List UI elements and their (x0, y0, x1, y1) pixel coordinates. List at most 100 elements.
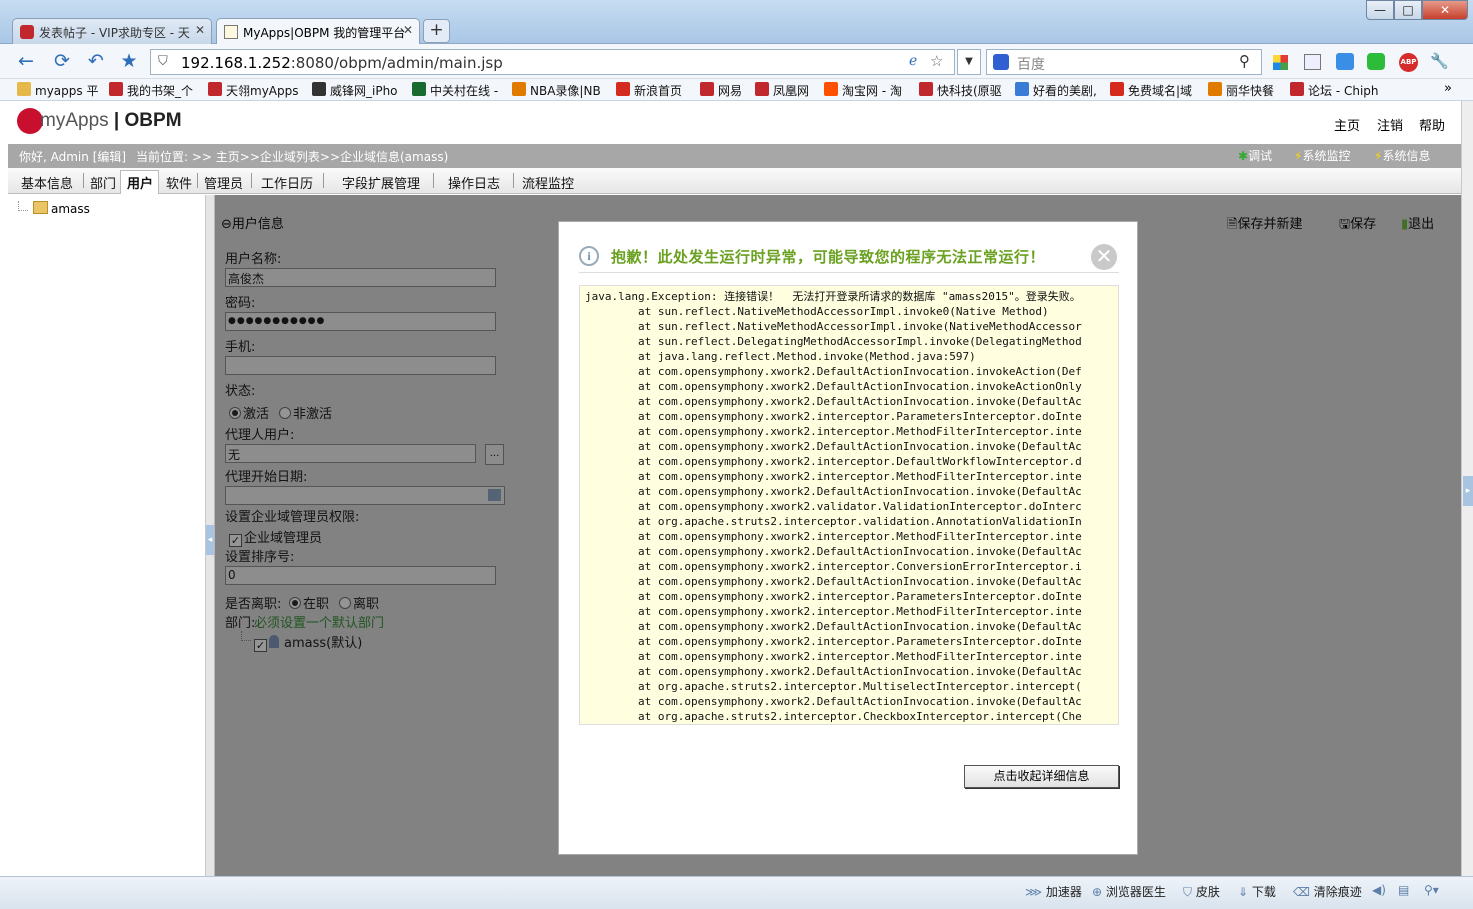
bookmark-label: 论坛 - Chiph (1308, 84, 1379, 98)
search-icon[interactable]: ⚲ (1239, 52, 1250, 70)
back-arrow-icon[interactable]: ← (14, 50, 38, 74)
bookmark-favicon-icon (755, 82, 769, 96)
app-header: myApps | OBPM 主页 注销 帮助 (0, 101, 1461, 144)
menu-work-calendar[interactable]: 工作日历 (261, 173, 313, 192)
close-window-button[interactable]: ✕ (1422, 0, 1468, 20)
bookmark-favicon-icon (700, 82, 714, 96)
collapse-arrow-icon[interactable]: ◂ (206, 525, 214, 555)
bookmark-item[interactable]: myapps 平 (17, 82, 98, 99)
bookmark-favicon-icon (919, 82, 933, 96)
adblock-icon[interactable]: ABP (1399, 53, 1418, 72)
bookmark-item[interactable]: NBA录像|NB (512, 82, 601, 99)
tab-close-icon[interactable]: ✕ (403, 23, 413, 37)
bookmark-label: 丽华快餐 (1226, 84, 1275, 98)
bookmark-item[interactable]: 威锋网_iPho (312, 82, 398, 99)
bookmarks-more-icon[interactable]: » (1444, 81, 1452, 96)
apps-grid-icon[interactable] (1273, 55, 1288, 70)
expand-arrow-icon[interactable]: ▸ (1463, 476, 1473, 506)
page-favicon-icon (224, 25, 238, 39)
refresh-icon[interactable]: ⟳ (50, 50, 74, 74)
bookmark-label: 快科技(原驱 (937, 84, 1002, 98)
bookmark-favicon-icon (312, 82, 326, 96)
download-button[interactable]: ⇓ 下载 (1238, 883, 1276, 900)
bookmark-item[interactable]: 中关村在线 - (412, 82, 498, 99)
document-icon[interactable]: ▤ (1398, 883, 1409, 897)
greeting-text[interactable]: 你好, Admin [编辑] (19, 148, 126, 165)
bookmark-label: 我的书架_个 (127, 84, 194, 98)
browser-tab-2[interactable]: MyApps|OBPM 我的管理平台 ✕ (216, 18, 420, 44)
menu-divider (197, 173, 198, 188)
wechat-icon[interactable] (1367, 53, 1385, 70)
nav-home-link[interactable]: 主页 (1334, 115, 1360, 134)
browser-titlebar: 发表帖子 - VIP求助专区 - 天 ✕ MyApps|OBPM 我的管理平台 … (0, 0, 1473, 44)
menu-admin[interactable]: 管理员 (204, 173, 243, 192)
bookmark-item[interactable]: 凤凰网 (755, 82, 809, 99)
stack-trace-box[interactable]: java.lang.Exception: 连接错误！ 无法打开登录所请求的数据库… (579, 285, 1119, 725)
download-icon: ⇓ (1238, 885, 1249, 899)
ie-mode-icon[interactable]: ℯ (909, 53, 917, 69)
search-box[interactable]: 百度 ⚲ (986, 49, 1262, 75)
system-monitor-tool[interactable]: ⚡系统监控 (1294, 147, 1350, 164)
url-dropdown-icon[interactable]: ▼ (957, 49, 981, 75)
menu-software[interactable]: 软件 (166, 173, 192, 192)
bookmark-star-icon[interactable]: ☆ (930, 52, 943, 70)
bookmark-item[interactable]: 免费域名|域 (1110, 82, 1192, 99)
tab-label: 发表帖子 - VIP求助专区 - 天 (39, 26, 190, 40)
menu-process-monitor[interactable]: 流程监控 (522, 173, 574, 192)
menu-divider (513, 173, 514, 188)
bookmark-item[interactable]: 我的书架_个 (109, 82, 193, 99)
shield-icon: ⛉ (158, 54, 168, 69)
nav-logout-link[interactable]: 注销 (1377, 115, 1403, 134)
folder-icon (33, 201, 48, 214)
bookmark-item[interactable]: 丽华快餐 (1208, 82, 1274, 99)
nav-help-link[interactable]: 帮助 (1419, 115, 1445, 134)
menu-user[interactable]: 用户 (127, 173, 153, 192)
favorite-star-icon[interactable]: ★ (117, 50, 141, 74)
menu-operation-log[interactable]: 操作日志 (448, 173, 500, 192)
bookmarks-bar: myapps 平 我的书架_个 天翎myApps 威锋网_iPho 中关村在线 - NBA… (0, 79, 1473, 101)
medical-cross-icon: ⊕ (1092, 885, 1103, 899)
screenshot-icon[interactable] (1304, 54, 1321, 70)
splitter[interactable]: ◂ (206, 195, 215, 876)
menu-basic-info[interactable]: 基本信息 (21, 173, 73, 192)
bookmark-item[interactable]: 淘宝网 - 淘 (824, 82, 902, 99)
menu-department[interactable]: 部门 (90, 173, 116, 192)
maximize-button[interactable]: □ (1394, 0, 1422, 20)
undo-icon[interactable]: ↶ (84, 50, 108, 74)
zoom-icon[interactable]: ⚲▾ (1424, 883, 1439, 897)
new-tab-button[interactable]: + (423, 19, 450, 43)
clear-traces-button[interactable]: ⌫ 清除痕迹 (1293, 883, 1362, 900)
cloud-icon[interactable] (1336, 53, 1354, 70)
tree-line (18, 201, 28, 211)
close-icon[interactable]: ✕ (1091, 244, 1117, 270)
wrench-menu-icon[interactable]: 🔧 (1430, 52, 1449, 70)
accelerator-button[interactable]: ⋙ 加速器 (1025, 883, 1082, 900)
bookmark-item[interactable]: 网易 (700, 82, 742, 99)
tree-node-amass[interactable]: amass (51, 202, 90, 216)
minimize-button[interactable]: — (1366, 0, 1394, 20)
url-text[interactable]: 192.168.1.252:8080/obpm/admin/main.jsp (181, 54, 503, 72)
browser-tab-1[interactable]: 发表帖子 - VIP求助专区 - 天 ✕ (12, 18, 212, 44)
menu-field-extension[interactable]: 字段扩展管理 (342, 173, 420, 192)
bookmark-item[interactable]: 论坛 - Chiph (1290, 82, 1379, 99)
bookmark-item[interactable]: 天翎myApps (208, 82, 299, 99)
system-info-tool[interactable]: ⚡系统信息 (1374, 147, 1430, 164)
browser-doctor-button[interactable]: ⊕ 浏览器医生 (1092, 883, 1166, 900)
bookmark-item[interactable]: 新浪首页 (616, 82, 682, 99)
bookmark-item[interactable]: 快科技(原驱 (919, 82, 1002, 99)
collapse-details-button[interactable]: 点击收起详细信息 (964, 765, 1119, 788)
debug-tool[interactable]: ✱调试 (1238, 147, 1272, 164)
volume-icon[interactable]: ◀) (1372, 883, 1386, 897)
bookmark-item[interactable]: 好看的美剧, (1015, 82, 1097, 99)
bookmark-favicon-icon (109, 82, 123, 96)
dialog-divider (579, 272, 1119, 273)
skin-button[interactable]: ⛉ 皮肤 (1183, 883, 1220, 900)
address-bar[interactable]: ⛉ 192.168.1.252:8080/obpm/admin/main.jsp… (150, 49, 955, 75)
bookmark-label: 天翎myApps (226, 84, 299, 98)
browser-toolbar: ← ⟳ ↶ ★ ⛉ 192.168.1.252:8080/obpm/admin/… (0, 44, 1473, 79)
info-icon: i (579, 246, 599, 266)
bookmark-favicon-icon (1110, 82, 1124, 96)
bookmark-label: 新浪首页 (634, 84, 683, 98)
tab-close-icon[interactable]: ✕ (195, 23, 205, 37)
bookmark-label: 淘宝网 - 淘 (842, 84, 902, 98)
